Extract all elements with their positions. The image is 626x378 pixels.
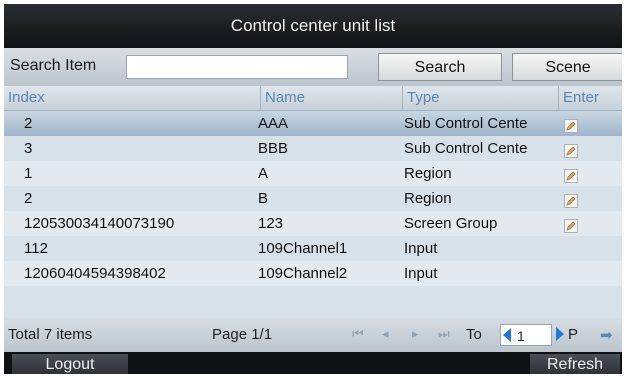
cell-type: Input xyxy=(404,265,438,282)
edit-icon[interactable] xyxy=(564,191,578,208)
prev-page-icon[interactable]: ◂ xyxy=(382,326,389,342)
cell-index: 12060404594398402 xyxy=(24,265,166,282)
cell-type: Sub Control Cente xyxy=(404,115,528,132)
last-page-icon[interactable]: ⏭ xyxy=(438,326,450,342)
cell-name: AAA xyxy=(258,115,289,132)
refresh-button[interactable]: Refresh xyxy=(530,354,620,374)
enter-cell xyxy=(564,136,604,161)
table-row[interactable]: 1 A Region xyxy=(4,161,622,186)
cell-index: 112 xyxy=(24,240,48,257)
column-header-type[interactable]: Type xyxy=(402,86,558,110)
table-header: Index Name Type Enter xyxy=(4,86,622,111)
table-row[interactable]: 3 BBB Sub Control Cente xyxy=(4,136,622,161)
cell-name: 109Channel1 xyxy=(258,240,348,257)
table-row[interactable]: 2 B Region xyxy=(4,186,622,211)
cell-type: Region xyxy=(404,190,452,207)
table-row[interactable]: 2 AAA Sub Control Cente xyxy=(4,111,622,136)
page-indicator: Page 1/1 xyxy=(212,326,273,343)
cell-name: BBB xyxy=(258,140,289,157)
cell-type: Input xyxy=(404,240,438,257)
cell-name: A xyxy=(258,165,269,182)
cell-index: 3 xyxy=(24,140,33,157)
to-label: To xyxy=(466,326,482,343)
column-header-name[interactable]: Name xyxy=(260,86,402,110)
cell-index: 2 xyxy=(24,190,33,207)
column-header-index[interactable]: Index xyxy=(4,86,260,110)
edit-icon[interactable] xyxy=(564,116,578,133)
table-row[interactable]: 112 109Channel1 Input xyxy=(4,236,622,261)
next-page-icon[interactable]: ▸ xyxy=(412,326,419,342)
enter-cell xyxy=(564,161,604,186)
bottom-toolbar: Logout Refresh xyxy=(4,352,622,374)
enter-cell xyxy=(564,236,604,261)
logout-button[interactable]: Logout xyxy=(12,354,128,374)
page-unit-label: P xyxy=(568,326,579,343)
search-input[interactable] xyxy=(126,55,348,79)
cell-type: Screen Group xyxy=(404,215,498,232)
unit-table: Index Name Type Enter 2 AAA Sub Control … xyxy=(4,86,622,330)
increment-arrow-icon[interactable] xyxy=(556,327,564,341)
cell-name: 123 xyxy=(258,215,284,232)
cell-index: 120530034140073190 xyxy=(24,215,175,232)
cell-type: Sub Control Cente xyxy=(404,140,528,157)
column-header-enter[interactable]: Enter xyxy=(558,86,622,110)
go-arrow-icon[interactable]: ➡ xyxy=(600,326,613,344)
cell-name: 109Channel2 xyxy=(258,265,348,282)
pagination-bar: Total 7 items Page 1/1 ⏮ ◂ ▸ ⏭ To 1 P ➡ xyxy=(4,318,622,352)
cell-type: Region xyxy=(404,165,452,182)
edit-icon[interactable] xyxy=(564,166,578,183)
table-row[interactable]: 120530034140073190 123 Screen Group xyxy=(4,211,622,236)
enter-cell xyxy=(564,211,604,236)
enter-cell xyxy=(564,261,604,286)
cell-name: B xyxy=(258,190,269,207)
edit-icon[interactable] xyxy=(564,141,578,158)
search-button[interactable]: Search xyxy=(378,53,502,81)
control-center-window: Control center unit list Search Item Sea… xyxy=(4,4,622,374)
total-items: Total 7 items xyxy=(8,326,93,343)
enter-cell xyxy=(564,186,604,211)
decrement-arrow-icon[interactable] xyxy=(503,328,511,342)
scene-button[interactable]: Scene xyxy=(512,53,622,81)
cell-index: 2 xyxy=(24,115,33,132)
cell-index: 1 xyxy=(24,165,33,182)
search-bar: Search Item Search Scene xyxy=(4,48,622,86)
search-item-label: Search Item xyxy=(10,57,97,74)
window-title: Control center unit list xyxy=(4,4,622,48)
enter-cell xyxy=(564,111,604,136)
edit-icon[interactable] xyxy=(564,216,578,233)
table-row[interactable]: 12060404594398402 109Channel2 Input xyxy=(4,261,622,286)
page-number-input[interactable]: 1 xyxy=(500,324,552,346)
page-number-value: 1 xyxy=(517,328,525,344)
first-page-icon[interactable]: ⏮ xyxy=(352,326,364,342)
